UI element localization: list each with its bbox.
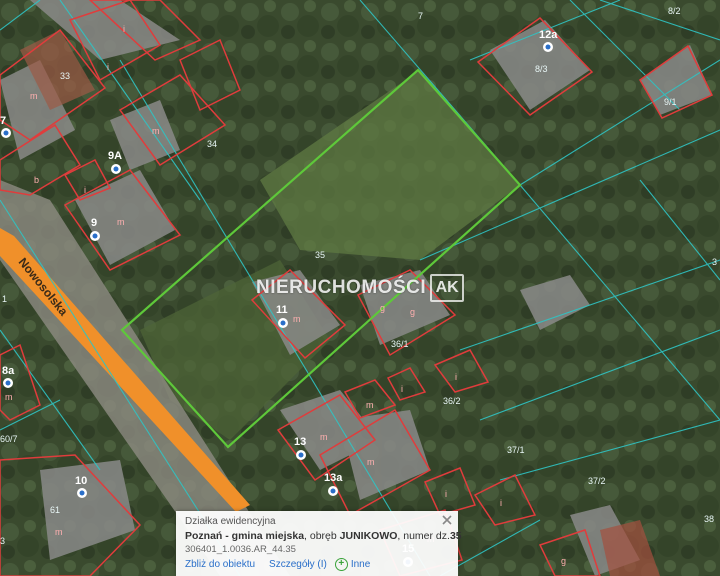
- municipality: Poznań - gmina miejska: [185, 530, 305, 542]
- precinct-name: JUNIKOWO: [339, 530, 398, 542]
- house-number: 10: [75, 475, 87, 487]
- code-m: m: [5, 392, 13, 402]
- house-number: 9: [91, 217, 97, 229]
- parcel-id: 306401_1.0036.AR_44.35: [185, 544, 296, 555]
- parcel-label: 37/2: [588, 476, 606, 486]
- parcel-label: 38: [704, 514, 714, 524]
- code-g: g: [380, 303, 385, 313]
- parcel-label: 61: [50, 505, 60, 515]
- code-i: i: [445, 489, 447, 499]
- details-link[interactable]: Szczegóły (I): [269, 559, 327, 570]
- code-m: m: [152, 126, 160, 136]
- parcel-label: 8/2: [668, 6, 681, 16]
- code-g: g: [410, 307, 415, 317]
- code-m: m: [367, 457, 375, 467]
- zoom-to-object-link[interactable]: Zbliż do obiektu: [185, 559, 255, 570]
- house-number: 11: [276, 304, 288, 316]
- code-m: m: [30, 91, 38, 101]
- code-m: m: [117, 217, 125, 227]
- code-g: g: [561, 556, 566, 566]
- code-i: i: [107, 62, 109, 72]
- map-canvas[interactable]: Nowosolska 7 8/2 8/3 9/1 33 34 35 36/1 3…: [0, 0, 720, 576]
- parcel-label: 8/3: [535, 64, 548, 74]
- parcel-label: 36/1: [391, 339, 409, 349]
- code-m: m: [320, 432, 328, 442]
- parcel-label: 35: [315, 250, 325, 260]
- house-number: 13: [294, 436, 306, 448]
- parcel-number-prefix: , numer dz.: [397, 530, 450, 542]
- parcel-label: 37/1: [507, 445, 525, 455]
- parcel-label: 3: [712, 257, 717, 267]
- code-i: i: [455, 372, 457, 382]
- parcel-label: 34: [207, 139, 217, 149]
- parcel-label: 1: [2, 294, 7, 304]
- code-i: i: [500, 498, 502, 508]
- code-i: i: [401, 384, 403, 394]
- code-m: m: [55, 527, 63, 537]
- parcel-label: 60/7: [0, 434, 18, 444]
- parcel-number: 35: [449, 530, 462, 542]
- code-m: m: [293, 314, 301, 324]
- parcel-info-popup: Działka ewidencyjna Poznań - gmina miejs…: [176, 511, 462, 576]
- house-number: 8a: [2, 365, 15, 377]
- code-b: b: [34, 175, 39, 185]
- parcel-label: 36/2: [443, 396, 461, 406]
- popup-actions: Zbliż do obiektu Szczegóły (I) + Inne: [185, 558, 450, 571]
- code-i: i: [123, 24, 125, 34]
- parcel-label: 9/1: [664, 97, 677, 107]
- parcel-label: 33: [60, 71, 70, 81]
- parcel-label: 7: [418, 11, 423, 21]
- house-number: 9A: [108, 150, 122, 162]
- other-link[interactable]: Inne: [351, 559, 370, 570]
- popup-title: Działka ewidencyjna: [185, 516, 276, 527]
- precinct-prefix: , obręb: [304, 530, 340, 542]
- close-icon[interactable]: [441, 514, 453, 526]
- house-number: 12a: [539, 29, 558, 41]
- house-number: 13a: [324, 472, 343, 484]
- parcel-label: 3: [0, 536, 5, 546]
- code-m: m: [366, 400, 374, 410]
- house-number: 7: [0, 115, 6, 127]
- code-i: i: [84, 185, 86, 195]
- plus-circle-icon[interactable]: +: [334, 558, 348, 571]
- popup-description: Poznań - gmina miejska, obręb JUNIKOWO, …: [185, 530, 462, 542]
